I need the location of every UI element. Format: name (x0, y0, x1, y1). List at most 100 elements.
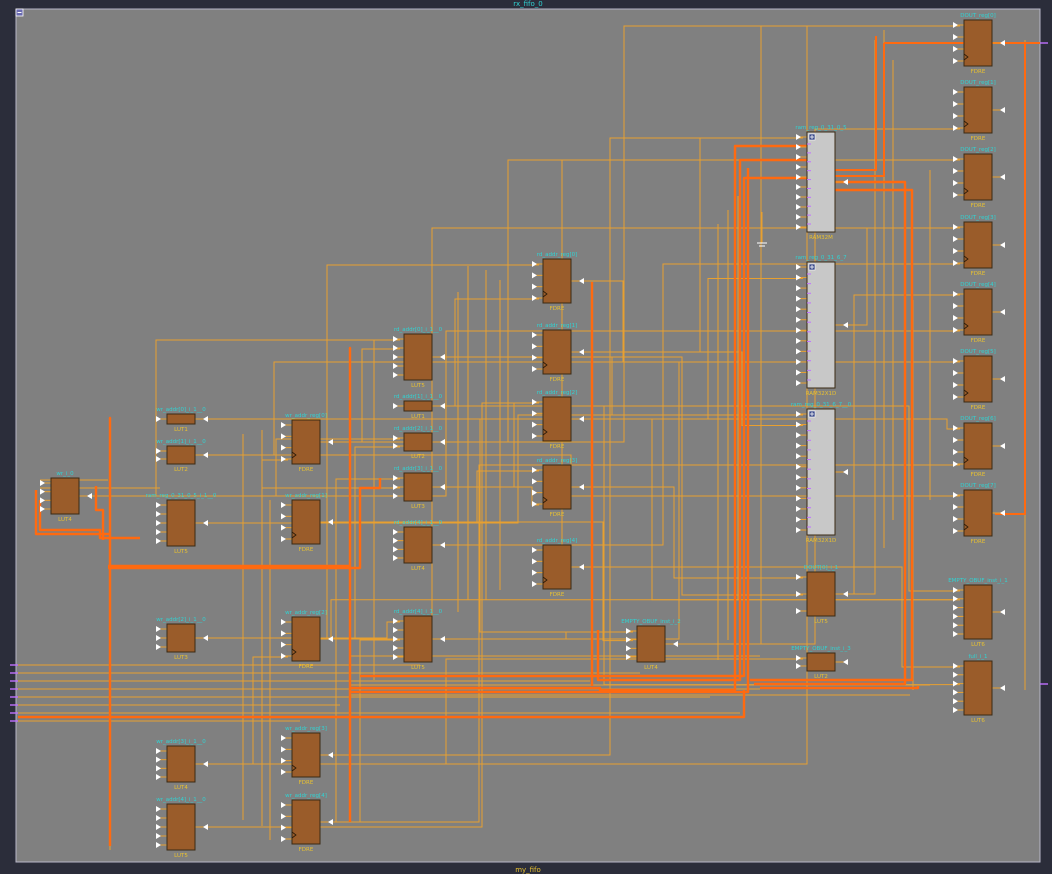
cell-type-label: FDRE (299, 547, 314, 553)
cell-type-label: FDRE (971, 69, 986, 75)
cell-body[interactable] (166, 803, 196, 851)
cell-body[interactable] (963, 86, 993, 134)
cell-body[interactable] (291, 799, 321, 845)
cell-body[interactable] (636, 625, 666, 663)
cell-body[interactable] (806, 571, 836, 617)
cell-type-label: FDRE (550, 512, 565, 518)
cell-instance-label: rd_addr[1]_i_1__0 (394, 394, 443, 400)
expand-plus-icon[interactable] (808, 410, 816, 418)
cell-body[interactable] (963, 660, 993, 716)
cell-type-label: FDRE (550, 306, 565, 312)
cell-type-label: FDRE (971, 539, 986, 545)
cell-type-label: FDRE (971, 405, 986, 411)
cell-body[interactable] (166, 499, 196, 547)
cell-type-label: LUT1 (411, 414, 425, 420)
cell-type-label: LUT4 (174, 785, 188, 791)
cell-body[interactable] (542, 396, 572, 442)
expand-plus-icon[interactable] (808, 133, 816, 141)
cell-instance-label: DOUT[0]_i_1 (804, 565, 838, 571)
cell-instance-label: DOUT_reg[4] (960, 282, 996, 288)
cell-instance-label: rd_addr_reg[3] (537, 458, 578, 464)
cell-instance-label: wr_addr_reg[0] (285, 413, 327, 419)
cell-body[interactable] (166, 413, 196, 425)
cell-body[interactable] (963, 19, 993, 67)
cell-body[interactable] (806, 652, 836, 672)
cell-body[interactable] (542, 329, 572, 375)
cell-instance-label: wr_addr[0]_i_1__0 (156, 407, 206, 413)
cell-instance-label: rd_addr_reg[1] (537, 323, 578, 329)
cell-instance-label: wr_addr_reg[2] (285, 610, 327, 616)
cell-body[interactable] (963, 422, 993, 470)
cell-body[interactable] (542, 258, 572, 304)
cell-instance-label: rd_addr[0]_i_1__0 (394, 327, 443, 333)
cell-body[interactable] (963, 489, 993, 537)
cell-instance-label: rd_addr_reg[4] (537, 538, 578, 544)
module-frame[interactable] (15, 8, 1041, 863)
cell-type-label: LUT4 (644, 665, 658, 671)
cell-body[interactable] (166, 445, 196, 465)
cell-type-label: FDRE (550, 377, 565, 383)
cell-instance-label: DOUT_reg[7] (960, 483, 996, 489)
cell-type-label: FDRE (971, 271, 986, 277)
ram-cell-body[interactable] (806, 408, 836, 536)
cell-body[interactable] (542, 464, 572, 510)
cell-instance-label: full_i_1 (968, 654, 987, 660)
cell-instance-label: ram_reg_0_31_6_7__0 (791, 402, 852, 408)
ram-cell-body[interactable] (806, 131, 836, 233)
cell-body[interactable] (403, 526, 433, 564)
cell-type-label: FDRE (550, 444, 565, 450)
cell-body[interactable] (963, 221, 993, 269)
cell-type-label: LUT2 (814, 674, 828, 680)
cell-body[interactable] (291, 419, 321, 465)
cell-type-label: LUT5 (174, 549, 188, 555)
cell-type-label: LUT2 (174, 467, 188, 473)
cell-body[interactable] (50, 477, 80, 515)
schematic-canvas[interactable]: rx_fifo_0 my_fifo wr_i_0 LUT4 wr_addr[0]_i… (0, 0, 1052, 874)
cell-body[interactable] (403, 333, 433, 381)
cell-body[interactable] (166, 745, 196, 783)
module-footer-name: my_fifo (515, 866, 541, 874)
expand-plus-icon[interactable] (808, 263, 816, 271)
cell-type-label: LUT4 (411, 566, 425, 572)
cell-type-label: LUT5 (814, 619, 828, 625)
cell-type-label: LUT3 (411, 504, 425, 510)
cell-type-label: RAM32M (809, 235, 833, 241)
collapse-icon[interactable] (15, 8, 24, 17)
cell-type-label: LUT5 (411, 383, 425, 389)
cell-type-label: LUT4 (58, 517, 72, 523)
cell-body[interactable] (403, 615, 433, 663)
cell-body[interactable] (542, 544, 572, 590)
ram-cell-body[interactable] (806, 261, 836, 389)
cell-instance-label: ram_reg_0_31_0_5 (795, 125, 847, 131)
cell-instance-label: wr_addr_reg[4] (285, 793, 327, 799)
cell-type-label: LUT6 (971, 642, 985, 648)
cell-type-label: LUT5 (174, 853, 188, 859)
cell-instance-label: wr_addr[4]_i_1__0 (156, 797, 206, 803)
cell-type-label: LUT1 (174, 427, 188, 433)
cell-body[interactable] (291, 616, 321, 662)
cell-type-label: FDRE (550, 592, 565, 598)
cell-instance-label: DOUT_reg[5] (960, 349, 996, 355)
cell-body[interactable] (403, 432, 433, 452)
cell-type-label: LUT2 (411, 454, 425, 460)
cell-type-label: FDRE (299, 780, 314, 786)
cell-instance-label: EMPTY_OBUF_inst_i_1 (948, 578, 1008, 584)
cell-body[interactable] (963, 153, 993, 201)
cell-body[interactable] (403, 400, 433, 412)
cell-instance-label: rd_addr[4]_i_1__0 (394, 609, 443, 615)
cell-type-label: RAM32X1D (806, 538, 837, 544)
cell-type-label: FDRE (971, 338, 986, 344)
cell-instance-label: EMPTY_OBUF_inst_i_2 (621, 619, 681, 625)
cell-body[interactable] (166, 623, 196, 653)
cell-instance-label: DOUT_reg[3] (960, 215, 996, 221)
cell-type-label: RAM32X1D (806, 391, 837, 397)
cell-body[interactable] (291, 499, 321, 545)
cell-instance-label: DOUT_reg[6] (960, 416, 996, 422)
cell-body[interactable] (963, 288, 993, 336)
cell-body[interactable] (963, 584, 993, 640)
module-instance-name: rx_fifo_0 (513, 0, 542, 8)
cell-body[interactable] (963, 355, 993, 403)
cell-body[interactable] (291, 732, 321, 778)
cell-instance-label: DOUT_reg[2] (960, 147, 996, 153)
cell-body[interactable] (403, 472, 433, 502)
